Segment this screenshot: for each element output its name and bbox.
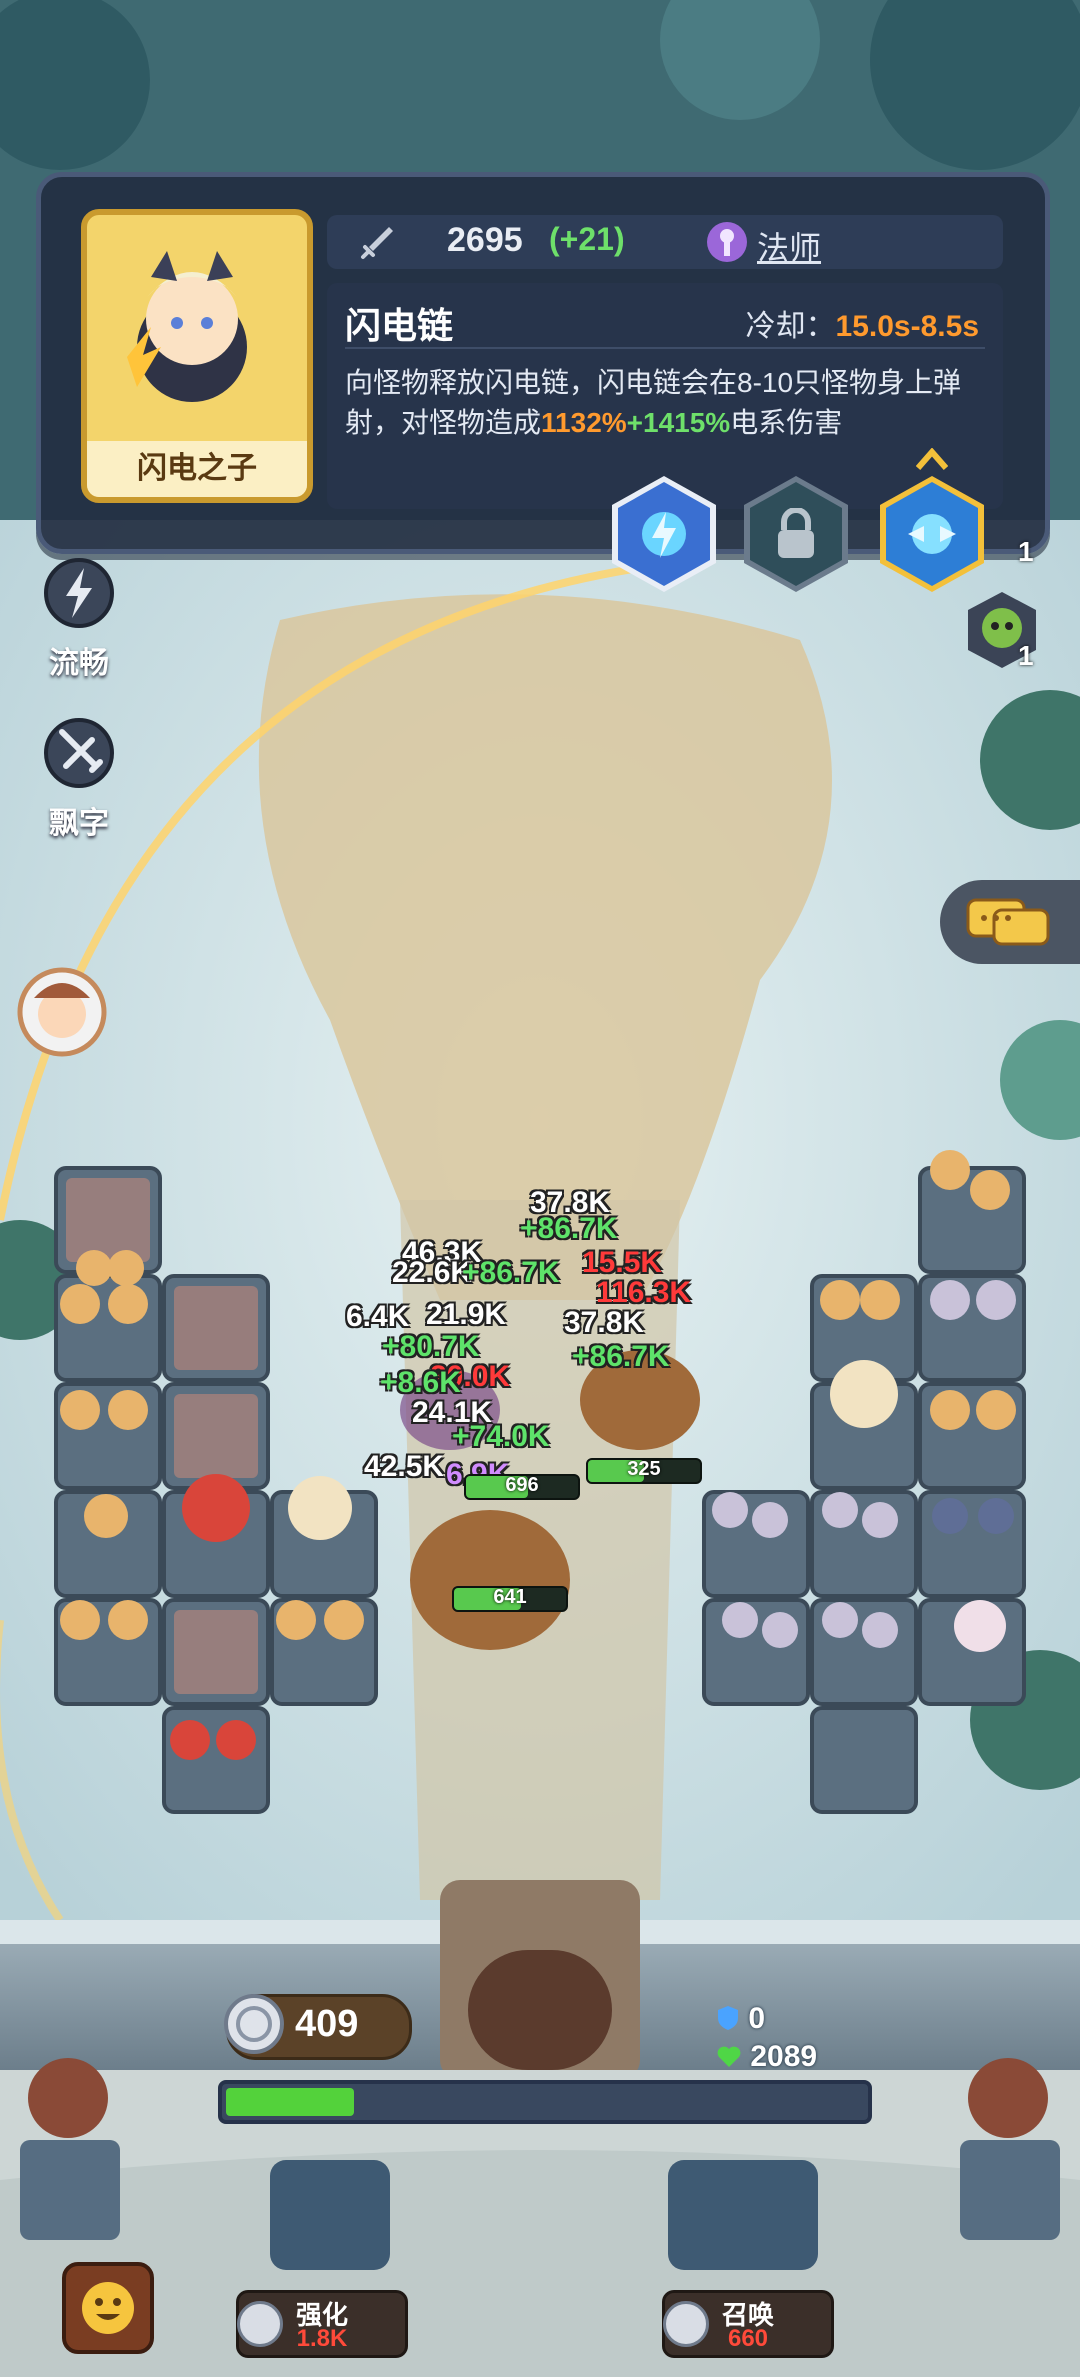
base-hp-counter: 2089 xyxy=(716,2040,817,2074)
hero-name: 闪电之子 xyxy=(87,441,307,497)
hero-portrait-card[interactable]: 闪电之子 xyxy=(81,209,313,503)
hero-class-label[interactable]: 法师 xyxy=(757,223,821,269)
enemy-counter-badge[interactable]: 1 xyxy=(966,590,1038,671)
monster-hp-value: 696 xyxy=(505,1474,539,1496)
cooldown-value: 15.0s-8.5s xyxy=(835,310,979,343)
mage-class-icon xyxy=(707,222,747,262)
float-text-label: 飘字 xyxy=(49,807,109,840)
skill-cooldown: 冷却：15.0s-8.5s xyxy=(746,301,979,345)
cooldown-label: 冷却： xyxy=(745,310,836,343)
smiley-icon xyxy=(82,2282,134,2334)
summon-cost: 660 xyxy=(727,2325,769,2352)
chat-bubble-icon xyxy=(966,898,1050,946)
smooth-mode-label: 流畅 xyxy=(49,647,109,680)
skill-base-damage: 1132% xyxy=(541,407,627,438)
skill-info-box: 闪电链 冷却：15.0s-8.5s 向怪物释放闪电链，闪电链会在8-10只怪物身… xyxy=(327,283,1003,509)
chain-lightning-icon xyxy=(908,514,956,554)
sword-icon xyxy=(361,227,393,259)
skill-divider xyxy=(345,347,985,349)
monster-hp-value: 641 xyxy=(493,1586,527,1608)
lightning-bolt-icon xyxy=(44,558,114,628)
shield-counter: 0 xyxy=(716,2002,765,2036)
shield-value: 0 xyxy=(748,2002,766,2035)
skill-description: 向怪物释放闪电链，闪电链会在8-10只怪物身上弹射，对怪物造成1132%+141… xyxy=(345,363,985,443)
hero-power-value: 2695 xyxy=(447,221,523,259)
monster-hp-bar: 325 xyxy=(586,1458,702,1484)
lock-icon xyxy=(778,508,814,558)
smooth-mode-button[interactable]: 流畅 xyxy=(36,556,122,682)
base-hp-value: 2089 xyxy=(750,2040,818,2073)
wave-progress-bar xyxy=(218,2080,872,2124)
top-right-counter: 1 xyxy=(1018,536,1034,567)
chat-button[interactable] xyxy=(940,880,1080,964)
hero-stat-bar: 2695 (+21) 法师 xyxy=(327,215,1003,269)
monster-hp-value: 325 xyxy=(627,1458,661,1480)
hero-portrait-image xyxy=(127,251,247,402)
skill-bonus-damage: +1415% xyxy=(626,407,731,438)
summon-button[interactable]: 召唤 660 xyxy=(662,2290,834,2358)
silver-coin-icon xyxy=(224,1994,284,2054)
heart-icon xyxy=(717,2046,741,2067)
ally-hero-avatar[interactable] xyxy=(12,958,112,1058)
coin-counter: 409 xyxy=(224,1994,412,2060)
float-text-button[interactable]: 飘字 xyxy=(36,716,122,842)
wave-progress-fill xyxy=(226,2088,354,2116)
selected-chevron-icon xyxy=(916,448,948,470)
coin-value: 409 xyxy=(295,2003,359,2045)
hero-power-bonus: (+21) xyxy=(549,221,625,257)
monster-hp-bar: 641 xyxy=(452,1586,568,1612)
monster-hp-bar: 696 xyxy=(464,1474,580,1500)
ally-avatar-icon xyxy=(17,967,107,1057)
sword-toggle-icon xyxy=(44,718,114,788)
enemy-count: 1 xyxy=(1018,640,1034,671)
skill-desc-suffix: 电系伤害 xyxy=(730,407,843,438)
upgrade-cost: 1.8K xyxy=(296,2325,348,2352)
shield-icon xyxy=(718,2006,738,2030)
lightning-orb-icon xyxy=(642,512,686,558)
skill-name: 闪电链 xyxy=(345,305,454,346)
emoji-button[interactable] xyxy=(62,2262,154,2354)
upgrade-button[interactable]: 强化 1.8K xyxy=(236,2290,408,2358)
